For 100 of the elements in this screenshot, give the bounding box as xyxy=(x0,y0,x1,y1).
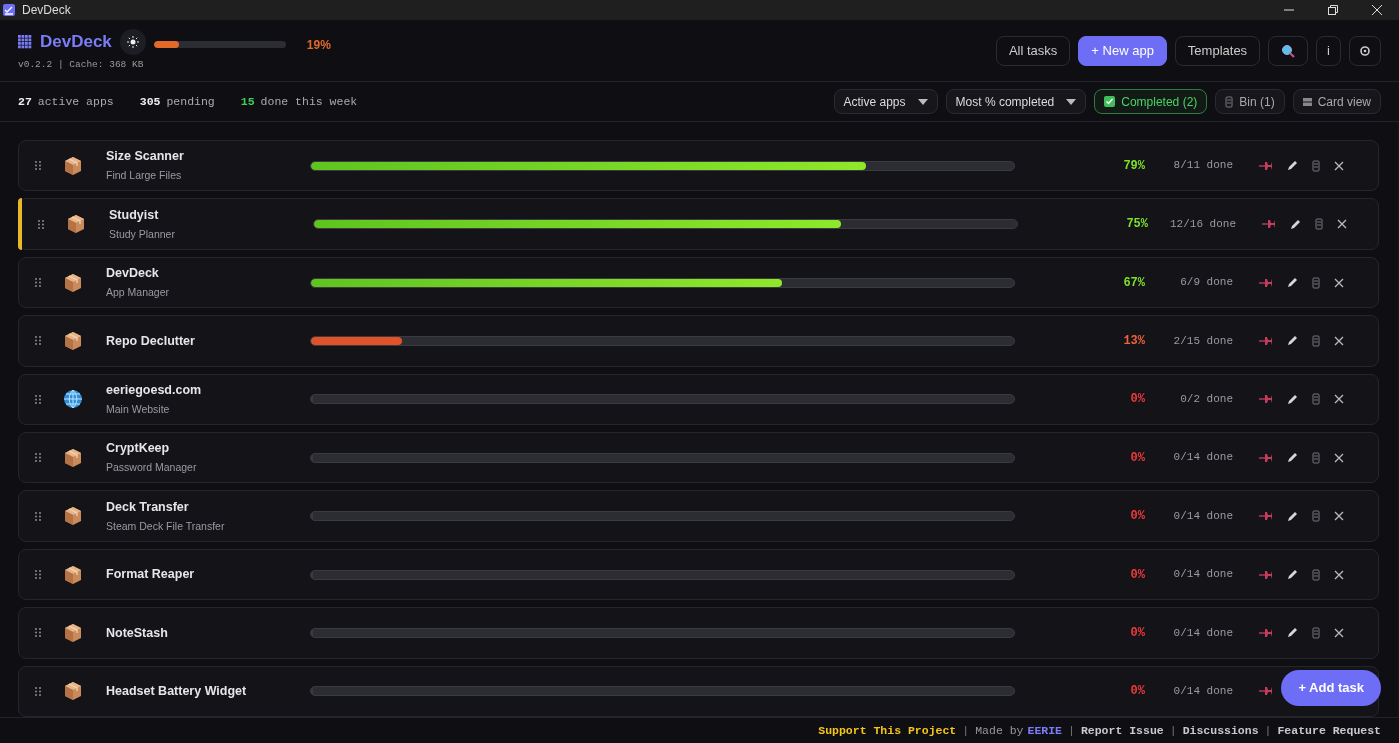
app-name: Studyist xyxy=(109,206,160,224)
filter-dropdown[interactable]: Most % completed xyxy=(945,89,1087,114)
close-icon[interactable] xyxy=(1334,277,1344,288)
pencil-icon[interactable] xyxy=(1287,393,1298,405)
pin-icon[interactable] xyxy=(1259,335,1273,346)
theme-toggle[interactable] xyxy=(119,28,146,55)
drag-handle-icon[interactable] xyxy=(38,219,44,229)
trash-icon[interactable] xyxy=(1312,334,1320,347)
header-button[interactable]: All tasks xyxy=(995,35,1071,66)
app-subtitle: Find Large Files xyxy=(106,168,183,184)
pencil-icon[interactable] xyxy=(1287,510,1298,522)
app-row[interactable]: NoteStash 0% 0/14 done xyxy=(18,607,1379,659)
drag-handle-icon[interactable] xyxy=(35,570,41,580)
percent-text: 0% xyxy=(1129,566,1145,584)
search-button[interactable] xyxy=(1268,35,1309,66)
pencil-icon[interactable] xyxy=(1287,277,1298,288)
stat-label: done this week xyxy=(260,93,358,110)
percent-text: 67% xyxy=(1122,274,1145,292)
new-app-button[interactable]: + New app xyxy=(1078,35,1167,66)
pin-icon[interactable] xyxy=(1259,394,1273,405)
author-link[interactable]: EERIE xyxy=(1027,721,1062,740)
drag-handle-icon[interactable] xyxy=(35,628,41,638)
pencil-icon[interactable] xyxy=(1287,335,1298,347)
trash-icon[interactable] xyxy=(1312,510,1320,523)
trash-icon[interactable] xyxy=(1315,218,1323,231)
settings-icon xyxy=(1359,44,1371,57)
box-icon xyxy=(64,506,82,527)
header-button[interactable]: Templates xyxy=(1174,35,1261,66)
footer-link[interactable]: Report Issue xyxy=(1080,721,1164,740)
close-icon[interactable] xyxy=(1334,394,1344,405)
app-name: Headset Battery Widget xyxy=(106,683,248,700)
drag-handle-icon[interactable] xyxy=(35,161,41,171)
app-row[interactable]: Studyist Study Planner 75% 12/16 done xyxy=(18,198,1379,250)
drag-handle-icon[interactable] xyxy=(35,394,41,404)
pin-icon[interactable] xyxy=(1259,686,1273,697)
trash-icon[interactable] xyxy=(1312,568,1320,581)
footer-link[interactable]: Discussions xyxy=(1182,721,1259,740)
app-row[interactable]: Format Reaper 0% 0/14 done xyxy=(18,548,1379,601)
trash-icon[interactable] xyxy=(1312,159,1320,172)
pencil-icon[interactable] xyxy=(1287,160,1298,172)
app-row[interactable]: CryptKeep Password Manager 0% 0/14 done xyxy=(18,432,1379,484)
close-icon[interactable] xyxy=(1334,335,1344,346)
separator: | xyxy=(1264,722,1272,739)
done-count: 8/11 done xyxy=(1172,158,1233,174)
pencil-icon[interactable] xyxy=(1287,569,1298,581)
done-count: 2/15 done xyxy=(1172,333,1233,349)
completed-toggle[interactable]: Completed (2) xyxy=(1094,89,1208,114)
support-link[interactable]: Support This Project xyxy=(818,721,957,740)
pin-icon[interactable] xyxy=(1259,569,1273,580)
app-row[interactable]: Deck Transfer Steam Deck File Transfer 0% 0/14 done xyxy=(18,490,1379,542)
pin-icon[interactable] xyxy=(1259,452,1273,463)
trash-icon[interactable] xyxy=(1312,451,1320,464)
footer-link[interactable]: Feature Request xyxy=(1277,721,1381,740)
close-icon[interactable] xyxy=(1337,219,1347,230)
pencil-icon[interactable] xyxy=(1287,627,1298,639)
app-name: DevDeck xyxy=(106,265,160,283)
box-icon xyxy=(64,447,82,468)
trash-icon[interactable] xyxy=(1312,276,1320,289)
close-icon[interactable] xyxy=(1334,452,1344,463)
version-info: v0.2.2 | Cache: 368 KB xyxy=(18,57,145,72)
app-subtitle: App Manager xyxy=(106,285,171,300)
pin-icon[interactable] xyxy=(1259,627,1273,638)
box-icon xyxy=(64,330,82,351)
app-row[interactable]: Repo Declutter 13% 2/15 done xyxy=(18,315,1379,367)
close-icon[interactable] xyxy=(1334,160,1344,171)
box-icon xyxy=(64,155,82,176)
header-button[interactable]: i xyxy=(1316,35,1341,66)
bin-button[interactable]: Bin (1) xyxy=(1215,89,1285,114)
drag-handle-icon[interactable] xyxy=(35,511,41,521)
drag-handle-icon[interactable] xyxy=(35,686,41,696)
close-icon[interactable] xyxy=(1334,569,1344,580)
trash-icon[interactable] xyxy=(1312,393,1320,406)
pin-icon[interactable] xyxy=(1262,219,1276,230)
percent-text: 0% xyxy=(1129,391,1145,409)
pencil-icon[interactable] xyxy=(1290,218,1301,230)
app-row[interactable]: Size Scanner Find Large Files 79% 8/11 done xyxy=(18,140,1379,192)
pin-icon[interactable] xyxy=(1259,511,1273,522)
app-name: NoteStash xyxy=(106,624,169,642)
settings-button[interactable] xyxy=(1349,35,1381,66)
close-icon[interactable] xyxy=(1334,511,1344,522)
pin-icon[interactable] xyxy=(1259,277,1273,288)
close-icon[interactable] xyxy=(1334,627,1344,638)
sun-icon xyxy=(126,35,139,48)
card-view-button[interactable]: Card view xyxy=(1292,89,1381,114)
separator: | xyxy=(1068,722,1075,739)
trash-icon[interactable] xyxy=(1312,626,1320,639)
pin-icon[interactable] xyxy=(1259,160,1273,171)
add-task-button[interactable]: + Add task xyxy=(1281,670,1381,706)
box-icon xyxy=(64,564,82,585)
app-row[interactable]: DevDeck App Manager 67% 6/9 done xyxy=(18,256,1379,309)
drag-handle-icon[interactable] xyxy=(35,336,41,346)
filter-dropdown[interactable]: Active apps xyxy=(833,89,938,114)
stat-label: pending xyxy=(166,93,215,110)
restore-icon xyxy=(1328,5,1338,15)
app-title: DevDeck xyxy=(40,31,112,54)
drag-handle-icon[interactable] xyxy=(35,278,41,287)
drag-handle-icon[interactable] xyxy=(35,453,41,463)
app-row[interactable]: eeriegoesd.com Main Website 0% 0/2 done xyxy=(18,373,1379,426)
caret-icon xyxy=(1066,98,1077,105)
pencil-icon[interactable] xyxy=(1287,452,1298,464)
